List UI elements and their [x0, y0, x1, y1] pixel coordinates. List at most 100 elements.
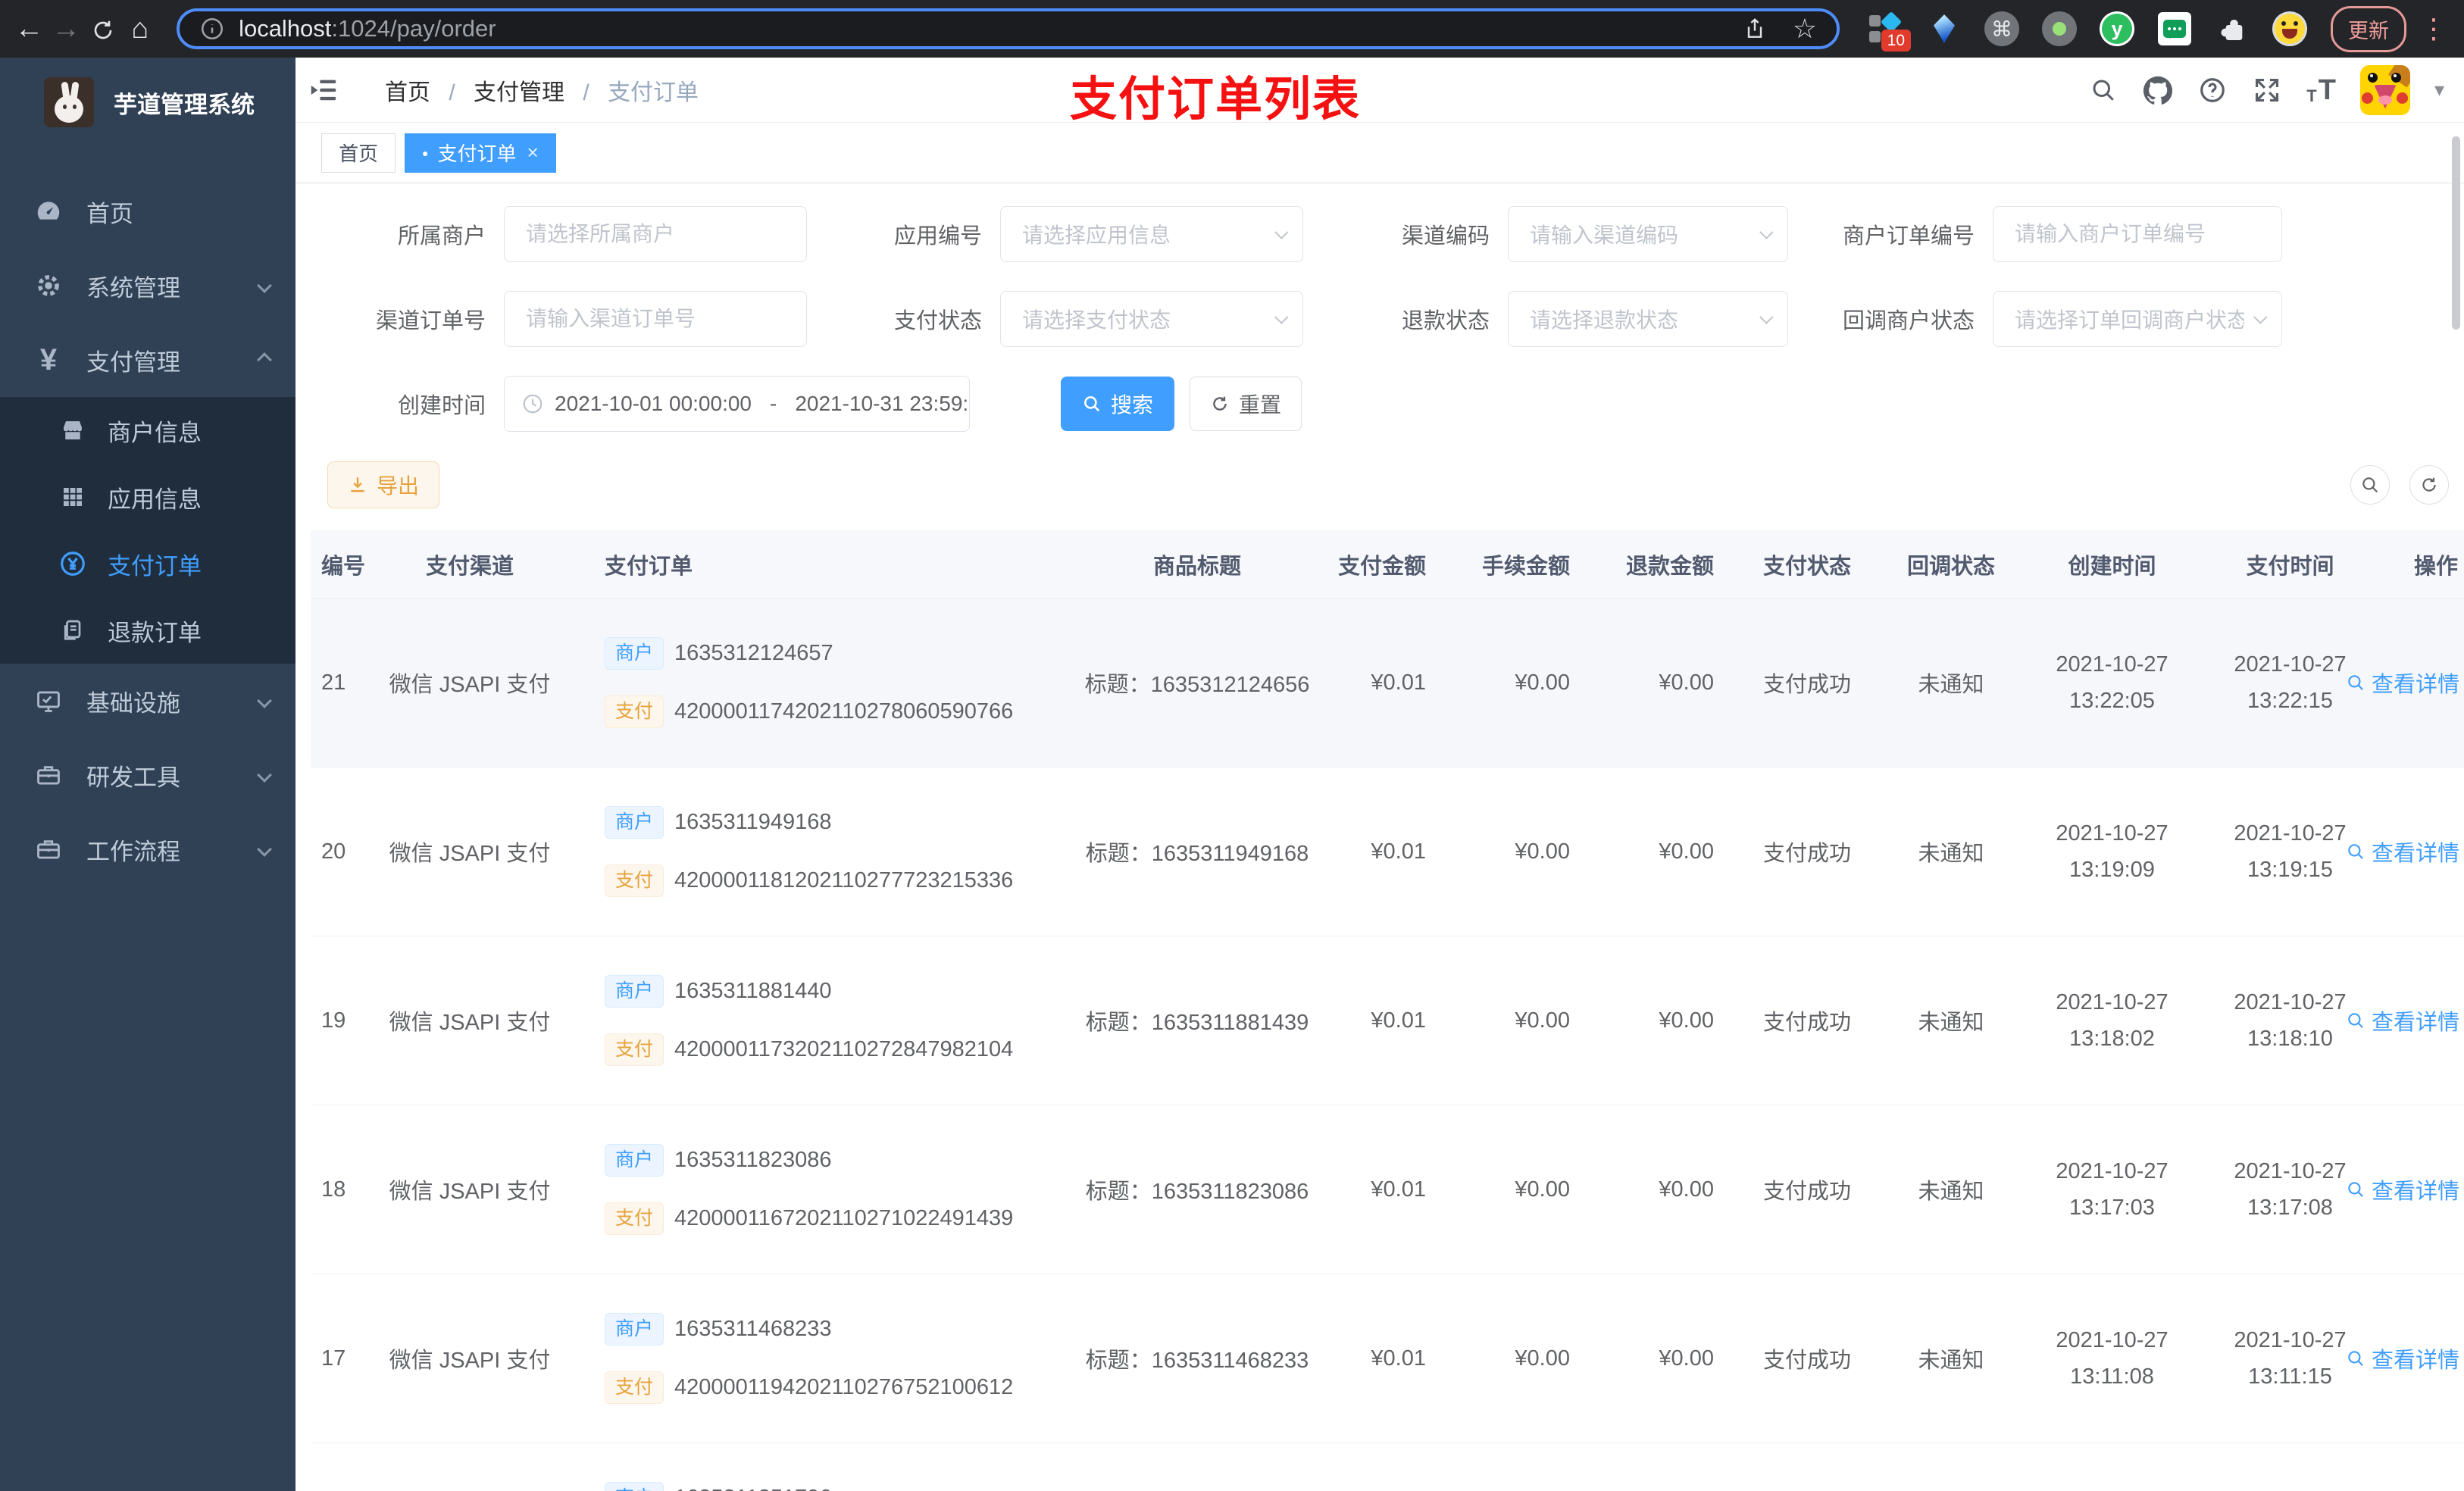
- callback-status-select[interactable]: 请选择订单回调商户状态: [1993, 291, 2282, 347]
- view-detail-link[interactable]: 查看详情: [2346, 1174, 2464, 1205]
- extension-y-icon[interactable]: y: [2099, 11, 2135, 47]
- browser-reload-icon[interactable]: [85, 0, 122, 58]
- merchant-label: 所属商户: [397, 224, 486, 248]
- extensions-puzzle-icon[interactable]: [2214, 11, 2250, 47]
- col-header-channel: 支付渠道: [425, 554, 514, 579]
- create-time-range-picker[interactable]: 2021-10-01 00:00:00 - 2021-10-31 23:59:5…: [504, 376, 970, 432]
- breadcrumb: 首页 / 支付管理 / 支付订单: [385, 73, 699, 107]
- channel-code-select[interactable]: 请输入渠道编码: [1508, 206, 1788, 262]
- fullscreen-icon[interactable]: [2252, 75, 2282, 105]
- browser-menu-icon[interactable]: ⋮: [2420, 13, 2447, 45]
- cell-refund: ¥0.00: [1659, 1008, 1714, 1033]
- refresh-icon: [1213, 396, 1227, 411]
- bookmark-star-icon[interactable]: ☆: [1793, 13, 1817, 45]
- sidebar-item-app-info[interactable]: 应用信息: [0, 464, 295, 530]
- browser-home-icon[interactable]: ⌂: [121, 0, 158, 58]
- toggle-search-button[interactable]: [2350, 465, 2390, 505]
- view-detail-link[interactable]: 查看详情: [2346, 667, 2464, 699]
- browser-forward-icon[interactable]: →: [48, 0, 85, 58]
- chevron-down-icon: [1759, 309, 1774, 324]
- col-header-pay-status: 支付状态: [1762, 554, 1851, 579]
- sidebar-item-label: 工作流程: [86, 838, 180, 865]
- chevron-down-icon: [257, 842, 272, 857]
- pay-status-select[interactable]: 请选择支付状态: [1000, 291, 1303, 347]
- yen-circle-icon: [58, 549, 88, 579]
- table-header-row: 编号 支付渠道 支付订单 商品标题 支付金额 手续金额 退款金额 支付状态 回调…: [311, 530, 2464, 599]
- view-detail-link[interactable]: 查看详情: [2346, 1005, 2464, 1036]
- cell-title: 标题：1635311823086: [1085, 1180, 1309, 1204]
- font-size-icon[interactable]: TT: [2306, 76, 2336, 105]
- app-no-select[interactable]: 请选择应用信息: [1000, 206, 1303, 262]
- merchant-tag: 商户: [605, 637, 664, 670]
- main-content: 所属商户 应用编号 请选择应用信息 渠道编码 请输入渠道编码 商户订单编号 渠道…: [295, 183, 2464, 1491]
- export-button[interactable]: 导出: [327, 461, 440, 508]
- browser-back-icon[interactable]: ←: [11, 0, 48, 58]
- extension-chat-icon[interactable]: [2156, 11, 2193, 47]
- sidebar-item-devtools[interactable]: 研发工具: [0, 738, 295, 812]
- share-icon[interactable]: [1743, 17, 1767, 41]
- table-row: 商户1635311351796 支付: [311, 1443, 2464, 1491]
- avatar-caret-icon[interactable]: ▾: [2434, 78, 2444, 102]
- sidebar-item-pay-order[interactable]: 支付订单: [0, 530, 295, 597]
- sidebar-item-label: 支付订单: [108, 552, 202, 580]
- sidebar-item-refund-order[interactable]: 退款订单: [0, 597, 295, 664]
- search-button[interactable]: 搜索: [1061, 377, 1174, 431]
- chevron-down-icon: [1759, 224, 1774, 239]
- tab-home[interactable]: 首页: [321, 133, 396, 173]
- sidebar-logo-row[interactable]: 芋道管理系统: [0, 58, 295, 142]
- sidebar-item-infra[interactable]: 基础设施: [0, 664, 295, 738]
- col-header-action: 操作: [2413, 554, 2458, 579]
- cell-amount: ¥0.01: [1371, 1177, 1426, 1202]
- pay-tag: 支付: [605, 1033, 664, 1066]
- tab-pay-order[interactable]: ● 支付订单 ×: [405, 133, 556, 173]
- briefcase-icon: [32, 758, 65, 792]
- search-icon[interactable]: [2088, 75, 2118, 105]
- profile-emoji-icon[interactable]: [2272, 11, 2308, 47]
- sidebar-item-merchant-info[interactable]: 商户信息: [0, 397, 295, 464]
- cell-notify: 未通知: [1918, 1011, 1984, 1035]
- sidebar-item-label: 系统管理: [86, 274, 180, 302]
- refresh-table-button[interactable]: [2409, 465, 2449, 505]
- cell-title: 标题：1635311881439: [1085, 1011, 1309, 1035]
- help-icon[interactable]: [2197, 75, 2228, 105]
- chevron-down-icon: [257, 693, 272, 708]
- browser-update-button[interactable]: 更新: [2331, 5, 2406, 52]
- sidebar-item-payment[interactable]: ¥ 支付管理: [0, 323, 295, 397]
- cell-notify: 未通知: [1918, 1349, 1984, 1373]
- page-scrollbar[interactable]: [2452, 136, 2460, 330]
- sidebar-item-home[interactable]: 首页: [0, 174, 295, 248]
- breadcrumb-home[interactable]: 首页: [385, 80, 430, 105]
- extension-command-icon[interactable]: ⌘: [1984, 11, 2020, 47]
- cell-channel: 微信 JSAPI 支付: [389, 1349, 551, 1373]
- sidebar-collapse-icon[interactable]: [306, 73, 341, 108]
- extension-diamond-icon[interactable]: 10: [1868, 11, 1911, 52]
- channel-code-label: 渠道编码: [1401, 224, 1490, 248]
- magnifier-icon: [2348, 844, 2363, 859]
- merchant-input[interactable]: [504, 206, 807, 262]
- chevron-down-icon: [2253, 309, 2268, 324]
- tab-close-icon[interactable]: ×: [527, 141, 539, 164]
- breadcrumb-current: 支付订单: [608, 80, 699, 105]
- sidebar-item-system[interactable]: 系统管理: [0, 248, 295, 323]
- cell-title: 标题：1635311949168: [1085, 842, 1309, 866]
- reset-button[interactable]: 重置: [1190, 377, 1302, 431]
- search-icon: [2362, 477, 2378, 492]
- merchant-order-no-input[interactable]: [1993, 206, 2282, 262]
- sidebar-item-workflow[interactable]: 工作流程: [0, 812, 295, 886]
- breadcrumb-payment[interactable]: 支付管理: [474, 80, 564, 105]
- site-info-icon[interactable]: [199, 16, 225, 42]
- extension-kite-icon[interactable]: [1926, 11, 1962, 47]
- url-text[interactable]: localhost:1024/pay/order: [239, 15, 496, 42]
- refund-status-select[interactable]: 请选择退款状态: [1508, 291, 1788, 347]
- merchant-tag: 商户: [605, 1482, 664, 1491]
- view-detail-link[interactable]: 查看详情: [2346, 836, 2464, 867]
- channel-order-no-input[interactable]: [504, 291, 807, 347]
- view-detail-link[interactable]: 查看详情: [2346, 1343, 2464, 1374]
- cell-create-time: 2021-10-27 13:11:08: [2056, 1328, 2169, 1389]
- ext-square-icon: [1869, 15, 1881, 27]
- github-icon[interactable]: [2143, 75, 2173, 105]
- cell-amount: ¥0.01: [1371, 1008, 1426, 1033]
- extension-record-icon[interactable]: [2041, 11, 2078, 47]
- address-bar[interactable]: localhost:1024/pay/order ☆: [177, 8, 1840, 49]
- user-avatar[interactable]: [2359, 64, 2410, 115]
